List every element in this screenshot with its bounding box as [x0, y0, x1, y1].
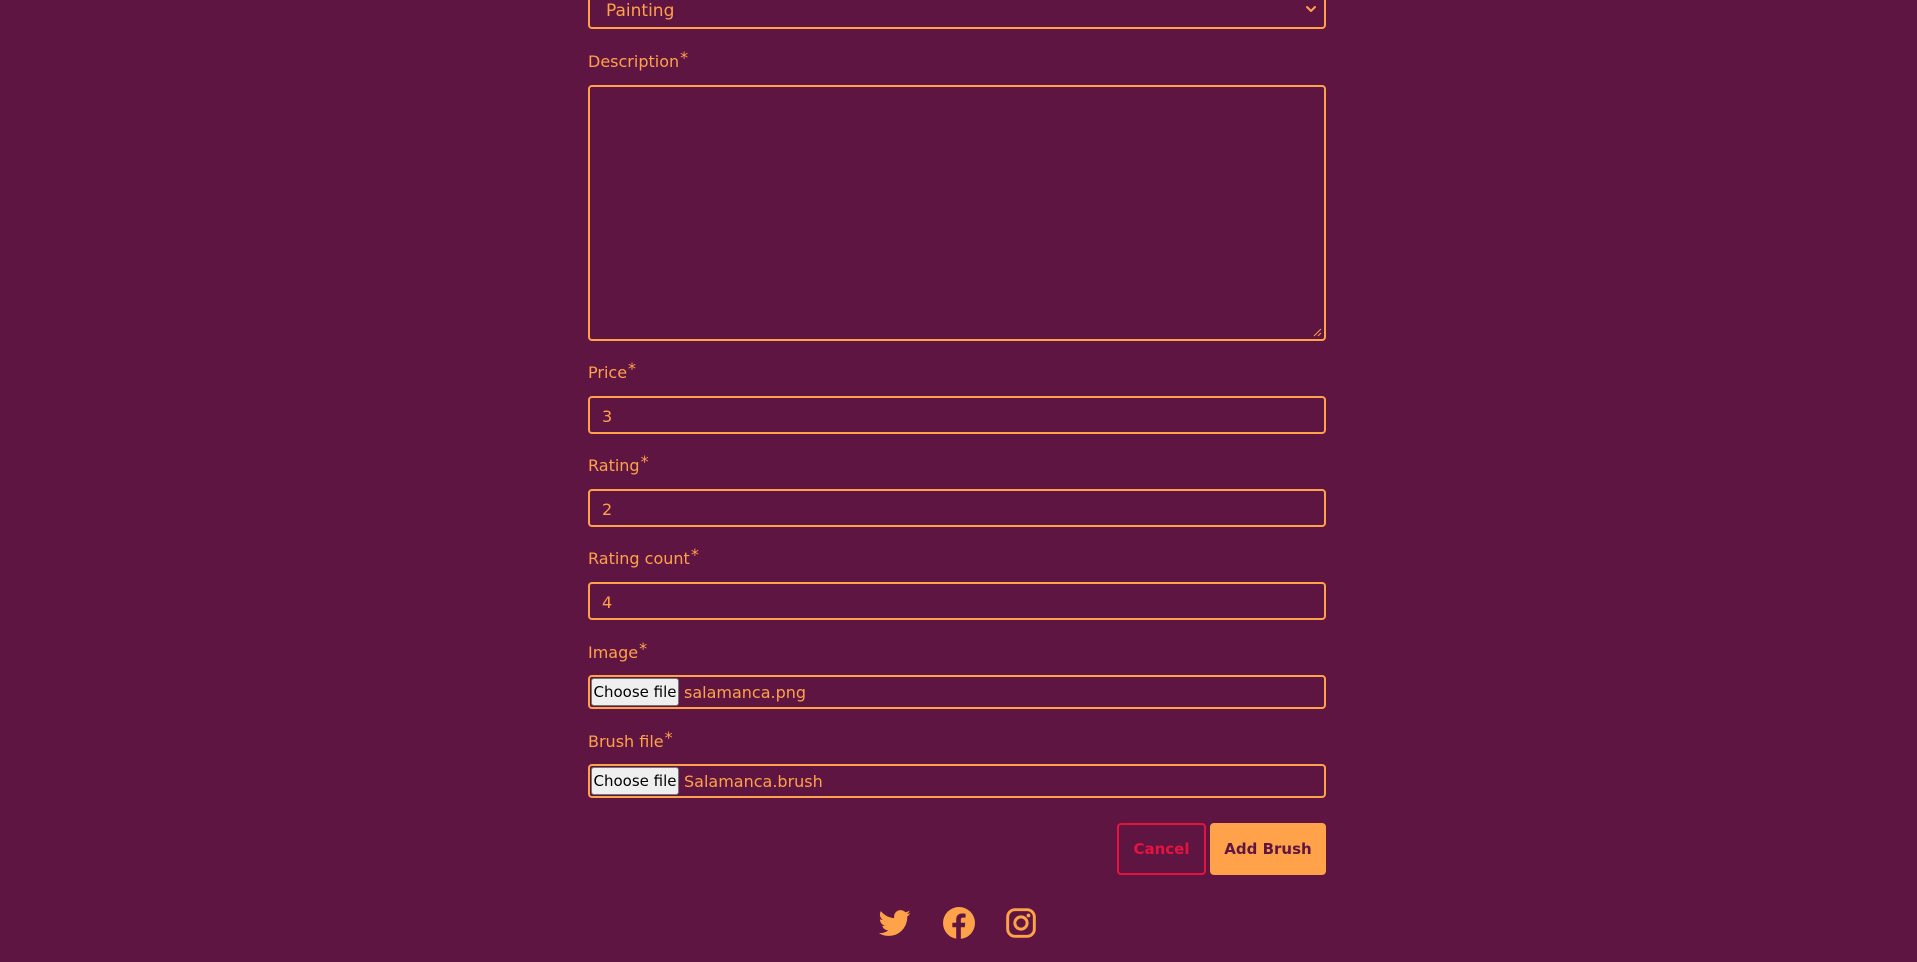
required-mark: * — [690, 545, 699, 564]
rating-label: Rating* — [588, 452, 649, 475]
add-brush-button[interactable]: Add Brush — [1210, 823, 1326, 875]
image-file-input[interactable]: Choose file salamanca.png — [588, 675, 1326, 709]
rating-input[interactable]: 2 — [588, 489, 1326, 527]
image-label: Image* — [588, 639, 648, 662]
facebook-icon[interactable] — [943, 907, 975, 939]
price-label: Price* — [588, 359, 637, 382]
image-choose-file-button[interactable]: Choose file — [591, 678, 679, 706]
description-textarea[interactable] — [588, 85, 1326, 341]
required-mark: * — [640, 452, 649, 471]
brush-file-input[interactable]: Choose file Salamanca.brush — [588, 764, 1326, 798]
description-label: Description* — [588, 48, 689, 71]
required-mark: * — [680, 48, 689, 67]
brush-file-name: Salamanca.brush — [684, 772, 823, 791]
resize-handle-icon[interactable] — [1313, 328, 1322, 337]
cancel-button[interactable]: Cancel — [1117, 823, 1206, 875]
instagram-icon[interactable] — [1005, 907, 1037, 939]
rating-count-input[interactable]: 4 — [588, 582, 1326, 620]
brush-file-label: Brush file* — [588, 728, 673, 751]
category-select-value: Painting — [606, 1, 675, 21]
rating-count-value: 4 — [602, 593, 613, 612]
category-select[interactable]: Painting — [588, 0, 1326, 29]
price-value: 3 — [602, 407, 613, 426]
rating-value: 2 — [602, 500, 613, 519]
brush-choose-file-button[interactable]: Choose file — [591, 767, 679, 795]
required-mark: * — [664, 728, 673, 747]
required-mark: * — [628, 359, 637, 378]
chevron-down-icon — [1306, 6, 1316, 12]
price-input[interactable]: 3 — [588, 396, 1326, 434]
image-file-name: salamanca.png — [684, 683, 807, 702]
rating-count-label: Rating count* — [588, 545, 699, 568]
twitter-icon[interactable] — [879, 907, 911, 939]
required-mark: * — [639, 639, 648, 658]
